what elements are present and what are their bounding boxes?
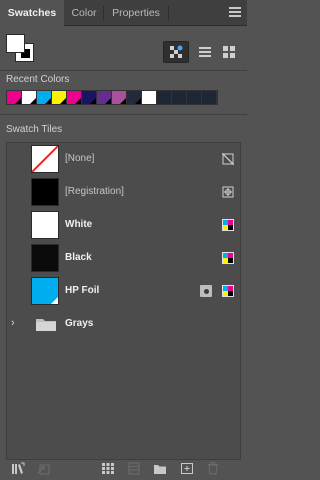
swatch-name: Black [65, 252, 92, 263]
recent-color-swatch[interactable] [112, 91, 127, 104]
swatch-name: [Registration] [65, 186, 124, 197]
recent-color-swatch[interactable] [82, 91, 97, 104]
section-divider [0, 114, 247, 115]
process-corner-mark [45, 98, 51, 104]
recent-color-swatch[interactable] [52, 91, 67, 104]
process-corner-mark [75, 98, 81, 104]
color-group-grays[interactable]: › Grays [7, 308, 240, 341]
grid-view-button[interactable] [216, 41, 242, 63]
group-name: Grays [65, 318, 94, 329]
tab-swatches[interactable]: Swatches [0, 0, 64, 27]
recent-color-swatch[interactable] [157, 91, 172, 104]
cmyk-process-icon [222, 285, 234, 297]
recent-colors-strip [6, 90, 218, 105]
folder-icon [36, 319, 56, 331]
swatch-tiles-label: Swatch Tiles [6, 124, 63, 135]
tab-divider [168, 6, 169, 20]
chevron-right-icon[interactable]: › [11, 317, 15, 329]
spot-color-icon [200, 285, 212, 297]
swatch-row-black[interactable]: Black [7, 242, 240, 275]
swatch-chip [31, 277, 59, 305]
swatch-options-icon[interactable] [127, 462, 141, 475]
recent-color-swatch[interactable] [37, 91, 52, 104]
recent-color-swatch[interactable] [142, 91, 157, 104]
recent-color-swatch[interactable] [67, 91, 82, 104]
registration-icon [222, 186, 234, 198]
swatch-name: [None] [65, 153, 95, 164]
tab-color[interactable]: Color [64, 0, 104, 26]
none-slash-icon [32, 146, 58, 172]
tab-properties[interactable]: Properties [104, 0, 168, 26]
bottom-toolbar [0, 457, 247, 480]
recent-color-swatch[interactable] [22, 91, 37, 104]
recent-color-swatch[interactable] [127, 91, 142, 104]
process-corner-mark [135, 98, 141, 104]
recent-color-swatch[interactable] [172, 91, 187, 104]
swatch-row-white[interactable]: White [7, 209, 240, 242]
list-view-button[interactable] [192, 41, 218, 63]
swatch-row-none[interactable]: [None] [7, 143, 240, 176]
section-divider [0, 70, 247, 71]
delete-swatch-icon[interactable] [206, 462, 220, 475]
process-corner-mark [15, 98, 21, 104]
panel-menu-icon[interactable] [229, 7, 241, 17]
swatch-row-registration[interactable]: [Registration] [7, 176, 240, 209]
swatch-list: [None] [Registration] White Black HP Foi… [6, 142, 241, 460]
swatch-chip [31, 211, 59, 239]
swatch-chip [31, 244, 59, 272]
process-corner-mark [90, 98, 96, 104]
panel-tab-bar: Swatches Color Properties [0, 0, 247, 27]
show-kinds-menu-icon[interactable] [101, 462, 115, 475]
recent-color-swatch[interactable] [97, 91, 112, 104]
swatch-row-hp-foil[interactable]: HP Foil [7, 275, 240, 308]
list-view-icon [199, 47, 211, 57]
cmyk-process-icon [222, 252, 234, 264]
swatch-chip [31, 145, 59, 173]
recent-color-swatch[interactable] [7, 91, 22, 104]
swatch-chip [31, 178, 59, 206]
recent-color-swatch[interactable] [202, 91, 217, 104]
place-swatches-icon[interactable] [37, 462, 51, 475]
grid-view-icon [223, 46, 235, 58]
swatch-name: HP Foil [65, 285, 100, 296]
new-swatch-icon[interactable] [180, 462, 194, 475]
show-swatch-kinds-icon [170, 45, 183, 58]
process-corner-mark [105, 98, 111, 104]
process-corner-mark [30, 98, 36, 104]
show-swatch-kinds-button[interactable] [163, 41, 189, 63]
non-editable-icon [222, 153, 234, 165]
process-corner-mark [120, 98, 126, 104]
new-color-group-icon[interactable] [153, 462, 167, 475]
swatch-name: White [65, 219, 93, 230]
fill-stroke-widget[interactable] [6, 34, 34, 62]
swatch-libraries-menu-icon[interactable] [11, 462, 25, 475]
recent-color-swatch[interactable] [187, 91, 202, 104]
process-corner-mark [60, 98, 66, 104]
cmyk-process-icon [222, 219, 234, 231]
fill-swatch[interactable] [6, 34, 25, 53]
recent-colors-label: Recent Colors [6, 74, 70, 85]
